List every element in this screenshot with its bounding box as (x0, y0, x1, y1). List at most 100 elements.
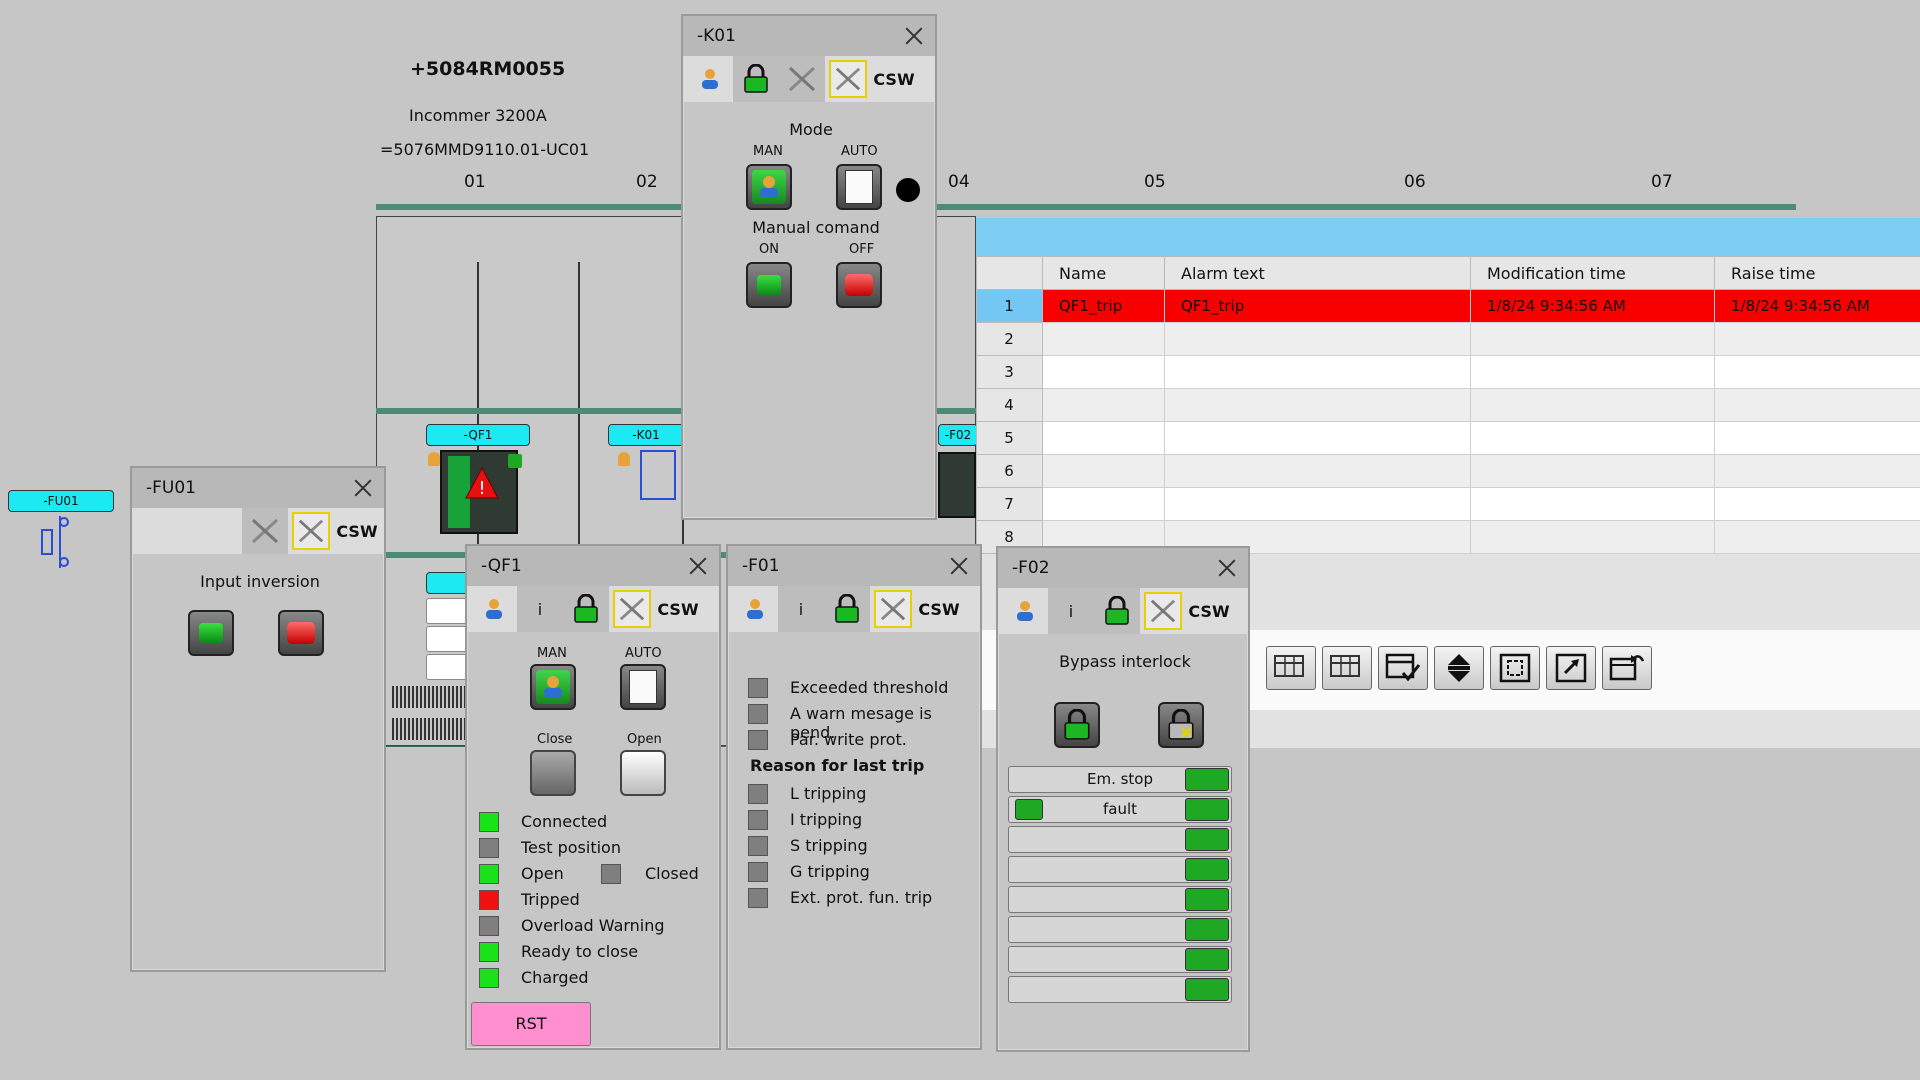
table-row[interactable]: 1 QF1_trip QF1_trip 1/8/24 9:34:56 AM 1/… (976, 289, 1920, 323)
csw-label[interactable]: CSW (655, 586, 701, 632)
f02-bypass-label: Bypass interlock (1059, 652, 1191, 671)
schematic-breaker-f02[interactable] (938, 452, 976, 518)
info-icon[interactable]: i (517, 586, 563, 632)
lock-icon[interactable] (1185, 768, 1229, 791)
qf1-close-button[interactable] (530, 750, 576, 796)
f02-slot-em-stop[interactable]: Em. stop (1008, 766, 1232, 793)
f02-slot-5[interactable] (1008, 886, 1232, 913)
col-modification-time[interactable]: Modification time (1470, 256, 1715, 290)
qf1-rst-button[interactable]: RST (471, 1002, 591, 1046)
local-mode-icon[interactable] (1144, 592, 1182, 630)
col-alarm-text[interactable]: Alarm text (1164, 256, 1471, 290)
info-icon[interactable]: i (778, 586, 824, 632)
f02-slot-7[interactable] (1008, 946, 1232, 973)
user-icon[interactable] (471, 586, 517, 632)
local-mode-icon[interactable] (874, 590, 912, 628)
table-undo-icon[interactable] (1602, 646, 1652, 690)
qf1-man-label: MAN (537, 646, 567, 661)
user-icon[interactable] (1002, 588, 1048, 634)
f02-lock-button[interactable] (1054, 702, 1100, 748)
lock-icon[interactable] (1185, 858, 1229, 881)
f02-slot-3[interactable] (1008, 826, 1232, 853)
local-mode-icon[interactable] (613, 590, 651, 628)
table-sort-icon[interactable] (1322, 646, 1372, 690)
table-row[interactable]: 6 (976, 454, 1920, 488)
schematic-fuse-icon[interactable] (34, 514, 74, 570)
local-mode-icon[interactable] (292, 512, 330, 550)
csw-label[interactable]: CSW (916, 586, 962, 632)
csw-label[interactable]: CSW (1186, 588, 1232, 634)
window-k01-title: -K01 (697, 26, 736, 46)
info-icon[interactable]: i (1048, 588, 1094, 634)
window-qf1-titlebar[interactable]: -QF1 (467, 546, 719, 586)
tools-icon[interactable] (779, 56, 825, 102)
k01-man-button[interactable] (746, 164, 792, 210)
fit-view-icon[interactable] (1490, 646, 1540, 690)
user-icon[interactable] (732, 586, 778, 632)
k01-off-button[interactable] (836, 262, 882, 308)
col-raise-time[interactable]: Raise time (1714, 256, 1920, 290)
qf1-auto-button[interactable] (620, 664, 666, 710)
cell-mod-time (1470, 487, 1715, 521)
qf1-open-button[interactable] (620, 750, 666, 796)
f02-slot-fault[interactable]: fault (1008, 796, 1232, 823)
lock-icon[interactable] (1094, 588, 1140, 634)
f02-slot-8[interactable] (1008, 976, 1232, 1003)
k01-on-button[interactable] (746, 262, 792, 308)
close-icon[interactable] (352, 477, 374, 499)
schematic-tag-f02[interactable]: -F02 (938, 424, 978, 446)
csw-label[interactable]: CSW (871, 56, 917, 102)
table-acknowledge-icon[interactable] (1378, 646, 1428, 690)
schematic-contactor-icon[interactable] (640, 450, 676, 500)
lock-icon[interactable] (1185, 888, 1229, 911)
f02-slot-4[interactable] (1008, 856, 1232, 883)
close-icon[interactable] (687, 555, 709, 577)
expand-rows-icon[interactable] (1434, 646, 1484, 690)
fu01-off-button[interactable] (278, 610, 324, 656)
f02-slot-label: fault (1102, 800, 1138, 818)
lock-icon[interactable] (824, 586, 870, 632)
lock-icon[interactable] (1185, 948, 1229, 971)
local-mode-icon[interactable] (829, 60, 867, 98)
qf1-man-button[interactable] (530, 664, 576, 710)
f02-slot-6[interactable] (1008, 916, 1232, 943)
col-row-number[interactable] (976, 256, 1043, 290)
row-number: 6 (976, 454, 1043, 488)
f01-par-write-indicator (748, 730, 768, 750)
k01-auto-button[interactable] (836, 164, 882, 210)
user-icon[interactable] (687, 56, 733, 102)
lock-icon[interactable] (1185, 828, 1229, 851)
window-f02-titlebar[interactable]: -F02 (998, 548, 1248, 588)
lock-icon[interactable] (563, 586, 609, 632)
schematic-tag-qf1[interactable]: -QF1 (426, 424, 530, 446)
lock-icon[interactable] (1185, 978, 1229, 1001)
schematic-breaker-qf1[interactable]: ! (440, 450, 518, 534)
close-icon[interactable] (1216, 557, 1238, 579)
table-export-icon[interactable] (1266, 646, 1316, 690)
csw-label[interactable]: CSW (334, 508, 380, 554)
lock-icon[interactable] (733, 56, 779, 102)
table-row[interactable]: 7 (976, 487, 1920, 521)
table-row[interactable]: 4 (976, 388, 1920, 422)
table-row[interactable]: 2 (976, 322, 1920, 356)
qf1-open-indicator (479, 864, 499, 884)
fu01-on-button[interactable] (188, 610, 234, 656)
table-row[interactable]: 3 (976, 355, 1920, 389)
close-icon[interactable] (903, 25, 925, 47)
export-view-icon[interactable] (1546, 646, 1596, 690)
cell-raise-time (1714, 454, 1920, 488)
lock-icon[interactable] (1185, 918, 1229, 941)
tools-icon[interactable] (242, 508, 288, 554)
schematic-user-icon-qf1 (428, 452, 440, 466)
lock-icon[interactable] (1185, 798, 1229, 821)
window-f01-titlebar[interactable]: -F01 (728, 546, 980, 586)
window-k01-titlebar[interactable]: -K01 (683, 16, 935, 56)
close-icon[interactable] (948, 555, 970, 577)
col-name[interactable]: Name (1042, 256, 1165, 290)
schematic-tag-fu01[interactable]: -FU01 (8, 490, 114, 512)
table-row[interactable]: 5 (976, 421, 1920, 455)
schematic-tag-k01[interactable]: -K01 (608, 424, 684, 446)
f02-unlock-button[interactable] (1158, 702, 1204, 748)
window-fu01-titlebar[interactable]: -FU01 (132, 468, 384, 508)
column-number-06: 06 (1404, 172, 1426, 192)
